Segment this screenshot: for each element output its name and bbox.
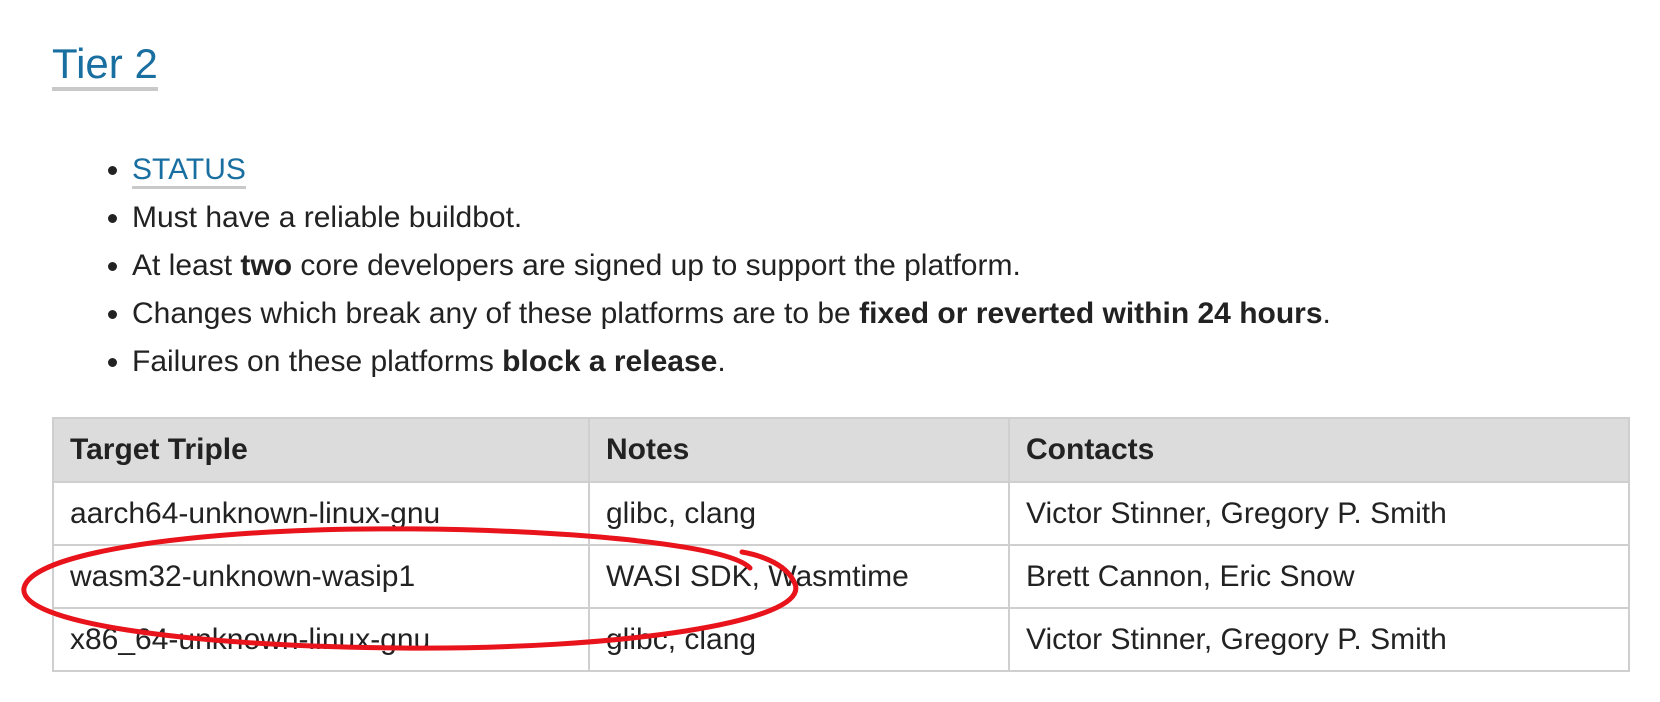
platforms-table: Target Triple Notes Contacts aarch64-unk… [52, 417, 1630, 672]
rule-text: . [1322, 297, 1331, 330]
target-triple-cell: wasm32-unknown-wasip1 [52, 544, 590, 609]
rule-text: Must have a reliable buildbot. [132, 201, 523, 234]
section-heading: Tier 2 [52, 38, 158, 91]
contacts-cell: Victor Stinner, Gregory P. Smith [1008, 481, 1630, 546]
column-header-target-triple: Target Triple [52, 417, 590, 483]
rule-text: At least [132, 249, 241, 282]
rule-emphasis: block a release [502, 345, 718, 378]
list-item: Must have a reliable buildbot. [132, 194, 1632, 242]
rule-text: core developers are signed up to support… [292, 249, 1021, 282]
table-row: wasm32-unknown-wasip1 WASI SDK, Wasmtime… [52, 544, 1630, 609]
table-row: aarch64-unknown-linux-gnu glibc, clang V… [52, 481, 1630, 546]
list-item: STATUS [132, 146, 1632, 194]
target-triple-cell: aarch64-unknown-linux-gnu [52, 481, 590, 546]
contacts-cell: Brett Cannon, Eric Snow [1008, 544, 1630, 609]
notes-cell: glibc, clang [588, 481, 1010, 546]
target-triple-cell: x86_64-unknown-linux-gnu [52, 607, 590, 672]
list-item: Failures on these platforms block a rele… [132, 338, 1632, 386]
rule-text: . [717, 345, 726, 378]
column-header-notes: Notes [588, 417, 1010, 483]
table-header-row: Target Triple Notes Contacts [52, 417, 1630, 483]
notes-cell: WASI SDK, Wasmtime [588, 544, 1010, 609]
tier-2-heading-link[interactable]: Tier 2 [52, 40, 158, 91]
requirements-list: STATUS Must have a reliable buildbot. At… [52, 146, 1632, 386]
contacts-cell: Victor Stinner, Gregory P. Smith [1008, 607, 1630, 672]
list-item: Changes which break any of these platfor… [132, 290, 1632, 338]
rule-text: Failures on these platforms [132, 345, 503, 378]
list-item: At least two core developers are signed … [132, 242, 1632, 290]
table-row: x86_64-unknown-linux-gnu glibc, clang Vi… [52, 607, 1630, 672]
column-header-contacts: Contacts [1008, 417, 1630, 483]
status-link[interactable]: STATUS [132, 153, 246, 189]
notes-cell: glibc, clang [588, 607, 1010, 672]
rule-text: Changes which break any of these platfor… [132, 297, 860, 330]
rule-emphasis: fixed or reverted within 24 hours [859, 297, 1323, 330]
rule-emphasis: two [240, 249, 293, 282]
